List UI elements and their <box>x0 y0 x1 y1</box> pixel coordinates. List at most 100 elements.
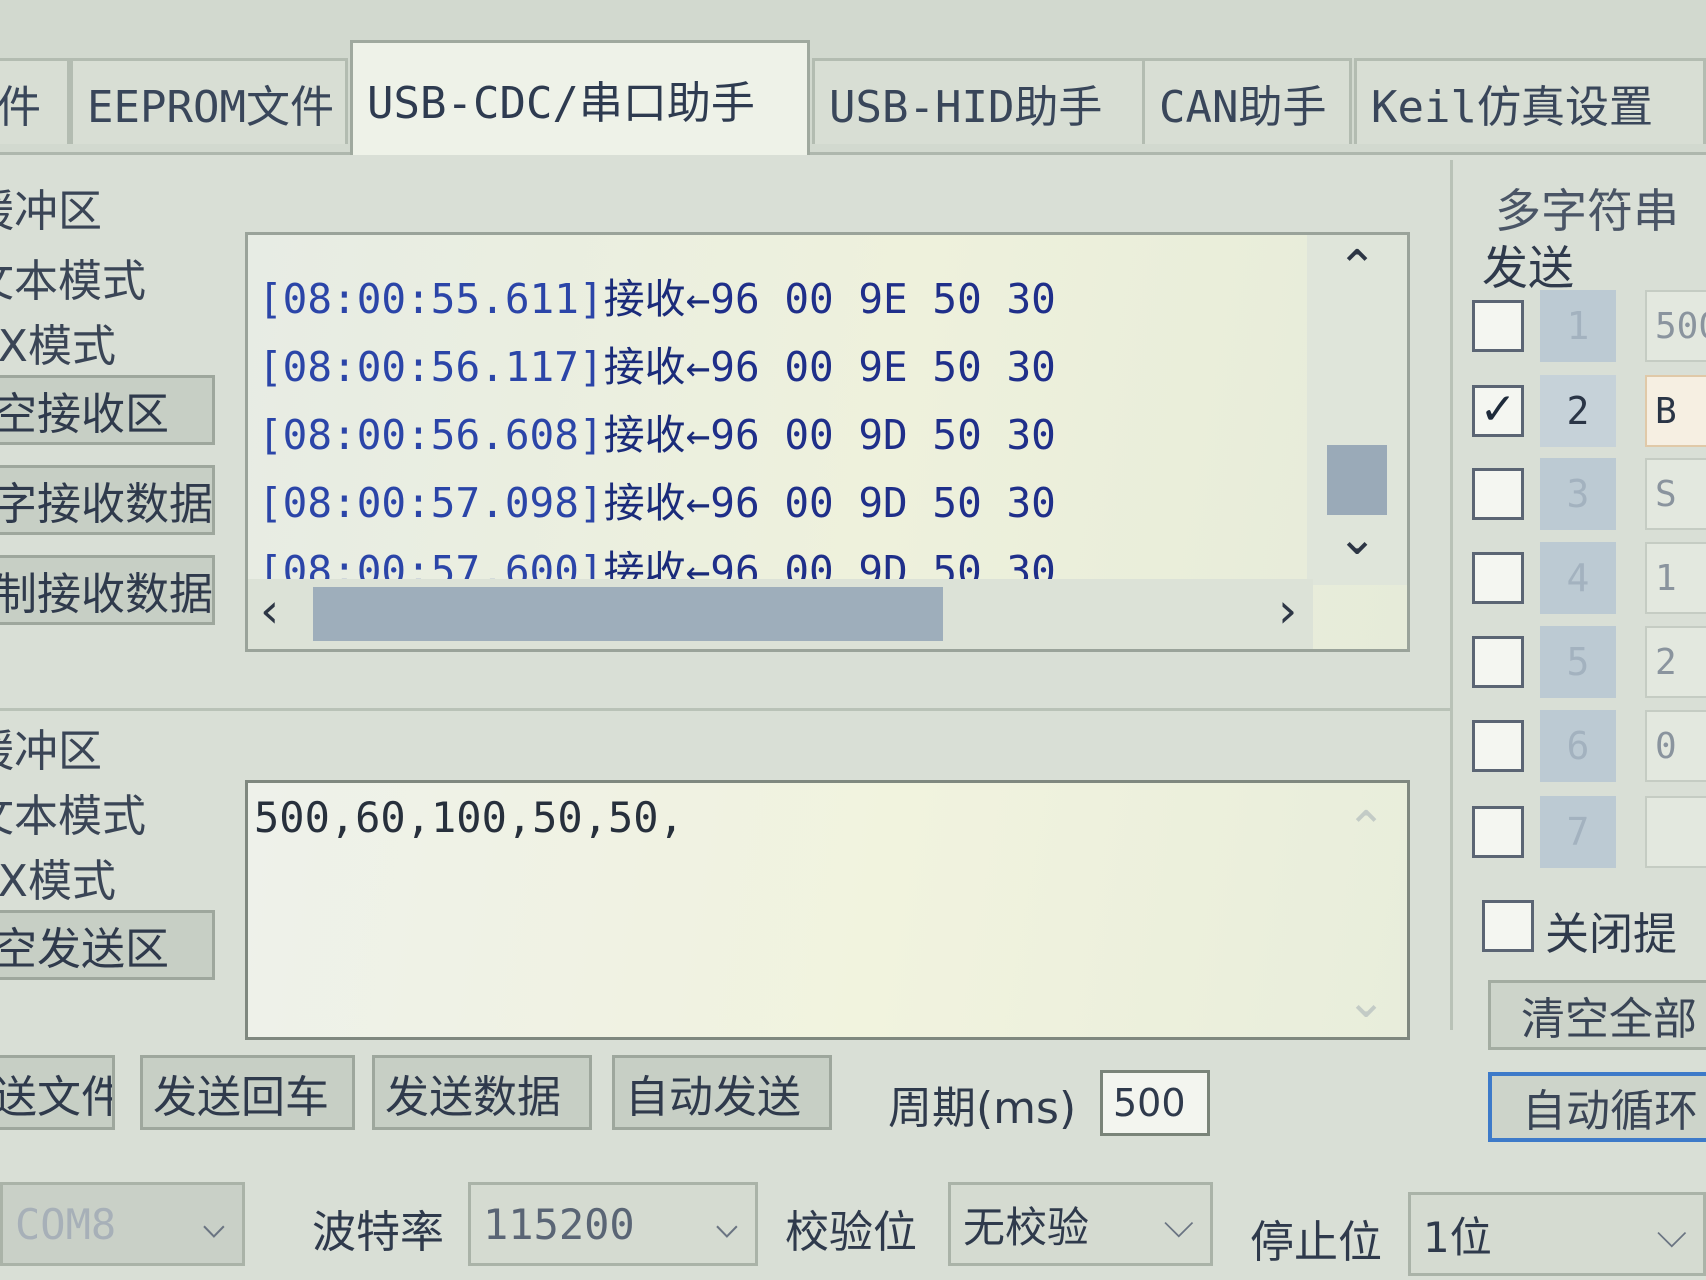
check-icon: ✓ <box>1479 384 1517 435</box>
tab-label: EEPROM文件 <box>87 81 334 133</box>
timestamp: [08:00:57.098] <box>258 479 604 527</box>
scrollbar-thumb[interactable] <box>313 587 943 641</box>
timestamp: [08:00:56.608] <box>258 411 604 459</box>
tab-keil-settings[interactable]: Keil仿真设置 <box>1354 58 1706 144</box>
receive-horizontal-scrollbar[interactable]: ‹ › <box>248 579 1313 649</box>
multi-row-checkbox[interactable] <box>1472 720 1524 772</box>
multi-row-checkbox[interactable] <box>1472 806 1524 858</box>
tab-can[interactable]: CAN助手 <box>1142 58 1352 144</box>
send-enter-button[interactable]: 发送回车 <box>140 1055 355 1130</box>
tab-label: USB-HID助手 <box>829 81 1103 133</box>
scroll-down-icon[interactable]: ⌄ <box>1346 973 1386 1029</box>
scroll-down-icon[interactable]: ⌄ <box>1337 510 1377 566</box>
button-label: 自动发送 <box>625 1071 801 1123</box>
stop-bits-select[interactable]: 1位 ⌵ <box>1408 1192 1706 1276</box>
multi-row-checkbox[interactable]: ✓ <box>1472 385 1524 437</box>
baud-rate-select[interactable]: 115200 ⌵ <box>468 1182 758 1266</box>
clear-send-button[interactable]: 空发送区 <box>0 910 215 980</box>
save-receive-data-button[interactable]: 字接收数据 <box>0 465 215 535</box>
receive-group-label: 缓冲区 <box>0 186 102 237</box>
section-divider <box>0 708 1450 711</box>
multi-row-index[interactable]: 3 <box>1540 458 1616 530</box>
multi-row-input[interactable]: 0 <box>1645 710 1706 782</box>
scroll-right-icon[interactable]: › <box>1278 583 1297 639</box>
multi-send-label: 发送 <box>1482 241 1574 295</box>
button-label: 空发送区 <box>0 924 169 975</box>
multi-row-input[interactable]: 1 <box>1645 542 1706 614</box>
send-group-label: 缓冲区 <box>0 726 102 777</box>
period-value: 500 <box>1113 1081 1186 1125</box>
tab-label: Keil仿真设置 <box>1371 81 1653 133</box>
auto-send-button[interactable]: 自动发送 <box>612 1055 832 1130</box>
direction: 接收← <box>603 275 711 323</box>
multi-row-index[interactable]: 7 <box>1540 796 1616 868</box>
chevron-down-icon: ⌵ <box>1163 1201 1194 1247</box>
period-input[interactable]: 500 <box>1100 1070 1210 1136</box>
multi-row-index[interactable]: 5 <box>1540 626 1616 698</box>
period-label: 周期(ms) <box>888 1083 1077 1134</box>
multi-row-input[interactable]: S <box>1645 458 1706 530</box>
tab-eeprom-file[interactable]: EEPROM文件 <box>70 58 348 144</box>
tab-usb-hid[interactable]: USB-HID助手 <box>812 58 1154 144</box>
receive-vertical-scrollbar[interactable]: ⌃ ⌄ <box>1307 235 1407 585</box>
multi-row-index[interactable]: 6 <box>1540 710 1616 782</box>
multi-row-checkbox[interactable] <box>1472 468 1524 520</box>
chevron-down-icon: ⌵ <box>1656 1211 1687 1257</box>
multi-row-input[interactable]: 2 <box>1645 626 1706 698</box>
scroll-up-icon[interactable]: ⌃ <box>1337 240 1377 296</box>
send-text-mode-option[interactable]: 文本模式 <box>0 780 146 844</box>
receive-hex-mode-option[interactable]: EX模式 <box>0 310 116 374</box>
multi-row-input[interactable] <box>1645 796 1706 868</box>
parity-select[interactable]: 无校验 ⌵ <box>948 1182 1213 1266</box>
hex-data: 96 00 9E 50 30 <box>710 275 1056 323</box>
stop-bits-label: 停止位 <box>1250 1217 1382 1268</box>
multi-row-checkbox[interactable] <box>1472 300 1524 352</box>
com-port-select[interactable]: COM8 ⌵ <box>0 1182 245 1266</box>
scrollbar-thumb[interactable] <box>1327 445 1387 515</box>
send-textarea[interactable]: 500,60,100,50,50, ⌃ ⌄ <box>245 780 1410 1040</box>
button-label: 清空全部 <box>1521 994 1697 1045</box>
multi-row-index[interactable]: 4 <box>1540 542 1616 614</box>
multi-row-index[interactable]: 1 <box>1540 290 1616 362</box>
multi-row-index[interactable]: 2 <box>1540 375 1616 447</box>
chevron-down-icon: ⌵ <box>714 1201 739 1247</box>
receive-log: ...... [08:00:55.611]接收←96 00 9E 50 30 [… <box>258 253 1056 605</box>
tab-usb-cdc-serial[interactable]: USB-CDC/串口助手 <box>350 40 810 155</box>
parity-value: 无校验 <box>963 1202 1090 1252</box>
hex-data: 96 00 9E 50 30 <box>710 343 1056 391</box>
send-content: 500,60,100,50,50, <box>254 793 684 842</box>
chevron-down-icon: ⌵ <box>201 1201 226 1247</box>
multi-row-checkbox[interactable] <box>1472 636 1524 688</box>
receive-log-line: [08:00:55.611]接收←96 00 9E 50 30 <box>258 265 1056 333</box>
clear-all-button[interactable]: 清空全部 <box>1488 980 1706 1050</box>
multi-row-input[interactable]: B <box>1645 375 1706 447</box>
button-label: 自动循环 <box>1522 1086 1698 1137</box>
panel-divider <box>1450 160 1453 1030</box>
tab-file[interactable]: 件 <box>0 58 70 144</box>
com-port-value: COM8 <box>15 1199 117 1249</box>
receive-textarea[interactable]: ...... [08:00:55.611]接收←96 00 9E 50 30 [… <box>245 232 1410 652</box>
scroll-up-icon[interactable]: ⌃ <box>1346 801 1386 857</box>
receive-text-mode-option[interactable]: 文本模式 <box>0 245 146 309</box>
button-label: 空接收区 <box>0 389 169 440</box>
copy-receive-data-button[interactable]: 制接收数据 <box>0 555 215 625</box>
timestamp: [08:00:55.611] <box>258 275 604 323</box>
send-hex-mode-option[interactable]: EX模式 <box>0 845 116 909</box>
multi-row-input[interactable]: 500 <box>1645 290 1706 362</box>
baud-rate-label: 波特率 <box>312 1207 444 1258</box>
hex-data: 96 00 9D 50 30 <box>710 411 1056 459</box>
direction: 接收← <box>603 343 711 391</box>
close-prompt-checkbox[interactable] <box>1482 900 1534 952</box>
clear-receive-button[interactable]: 空接收区 <box>0 375 215 445</box>
button-label: 字接收数据 <box>0 479 213 530</box>
scroll-left-icon[interactable]: ‹ <box>260 583 279 639</box>
receive-log-line: [08:00:56.608]接收←96 00 9D 50 30 <box>258 401 1056 469</box>
tab-label: USB-CDC/串口助手 <box>367 78 755 129</box>
tab-label: 件 <box>0 81 41 133</box>
multi-row-checkbox[interactable] <box>1472 552 1524 604</box>
send-data-button[interactable]: 发送数据 <box>372 1055 592 1130</box>
send-file-button[interactable]: 送文件 <box>0 1055 115 1130</box>
auto-loop-button[interactable]: 自动循环 <box>1488 1072 1706 1142</box>
hex-data: 96 00 9D 50 30 <box>710 479 1056 527</box>
baud-rate-value: 115200 <box>483 1199 635 1249</box>
